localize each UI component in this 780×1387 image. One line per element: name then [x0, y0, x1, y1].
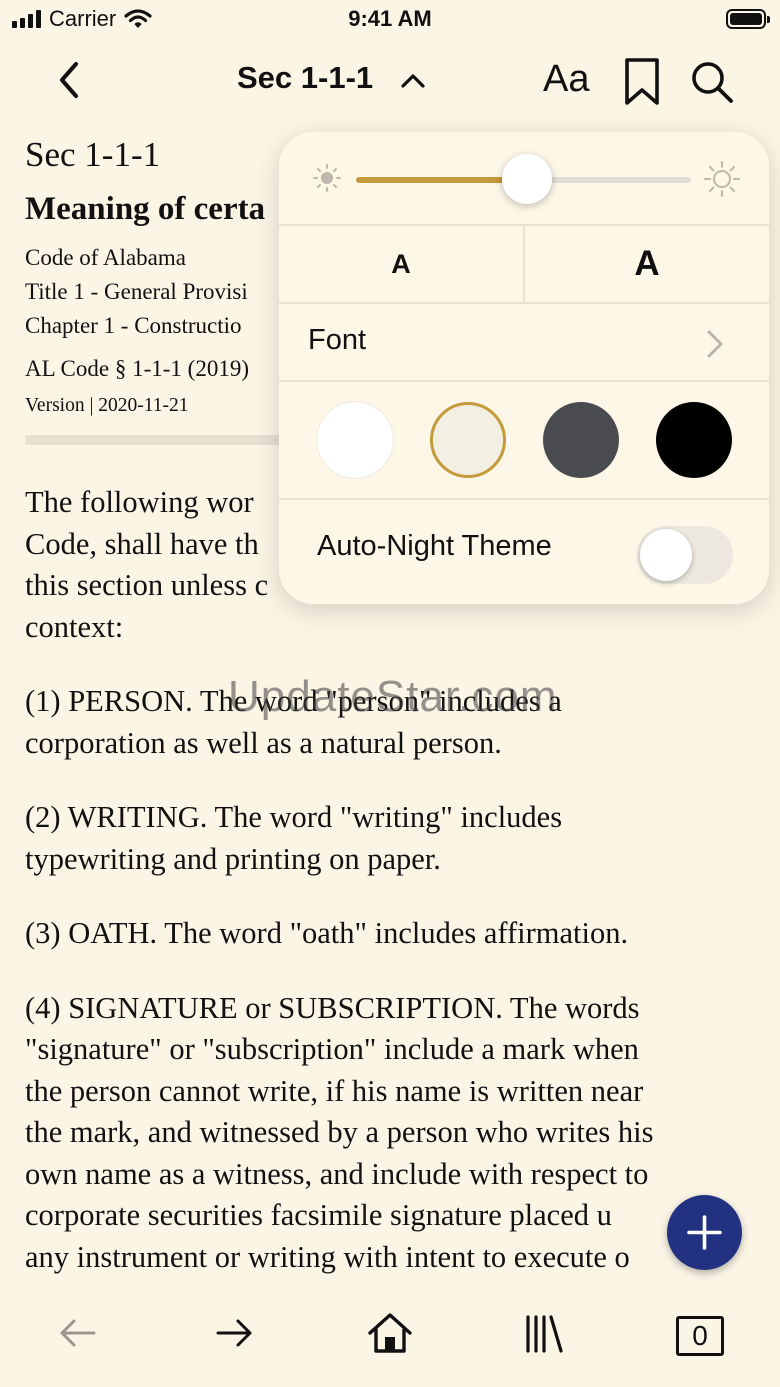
nav-bar: Sec 1-1-1 Aa — [0, 44, 780, 116]
display-settings-popover: A A Font Auto-Night Theme — [279, 132, 769, 604]
add-button[interactable] — [667, 1195, 742, 1270]
home-icon[interactable] — [366, 1309, 414, 1357]
auto-night-label: Auto-Night Theme — [317, 530, 552, 562]
paragraph: (2) WRITING. The word "writing" includes… — [25, 800, 563, 876]
auto-night-row: Auto-Night Theme — [279, 498, 769, 604]
section-body: The following wor Code, shall have th th… — [25, 482, 725, 1311]
chevron-right-icon — [707, 330, 723, 358]
code-name: Code of Alabama — [25, 245, 186, 270]
back-arrow-icon[interactable] — [56, 1311, 100, 1355]
title-line: Title 1 - General Provisi — [25, 279, 248, 304]
font-settings-button[interactable]: Aa — [543, 58, 589, 101]
font-label: Font — [308, 324, 367, 356]
font-row[interactable]: Font — [279, 304, 769, 382]
paragraph: (3) OATH. The word "oath" includes affir… — [25, 916, 629, 950]
brightness-row — [279, 132, 769, 226]
theme-row — [279, 382, 769, 500]
theme-white-swatch[interactable] — [317, 402, 393, 478]
brightness-slider-thumb[interactable] — [501, 154, 552, 204]
text-size-row: A A — [279, 226, 769, 304]
tabs-count-button[interactable]: 0 — [676, 1316, 724, 1356]
status-bar: Carrier 9:41 AM — [0, 0, 780, 40]
chapter-line: Chapter 1 - Constructio — [25, 313, 242, 338]
battery-icon — [726, 9, 770, 29]
increase-font-size-button[interactable]: A — [525, 226, 769, 302]
section-number: Sec 1-1-1 — [25, 135, 161, 174]
status-time: 9:41 AM — [348, 6, 432, 31]
theme-night-swatch[interactable] — [656, 402, 732, 478]
toggle-knob — [640, 529, 692, 581]
version: Version | 2020-11-21 — [25, 395, 189, 416]
search-icon[interactable] — [688, 58, 736, 106]
library-icon[interactable] — [522, 1311, 568, 1357]
paragraph: (4) SIGNATURE or SUBSCRIPTION. The words… — [25, 990, 654, 1274]
nav-title[interactable]: Sec 1-1-1 — [237, 60, 373, 96]
forward-arrow-icon[interactable] — [212, 1311, 256, 1355]
brightness-high-icon — [704, 161, 740, 197]
chevron-up-icon[interactable] — [398, 66, 428, 96]
bookmark-icon[interactable] — [620, 56, 664, 108]
back-chevron-icon[interactable] — [50, 58, 90, 102]
watermark: UpdateStar.com — [228, 672, 558, 721]
bottom-toolbar: 0 — [0, 1285, 780, 1387]
auto-night-toggle[interactable] — [637, 526, 733, 584]
decrease-font-size-button[interactable]: A — [279, 226, 525, 302]
theme-gray-swatch[interactable] — [543, 402, 619, 478]
section-title: Meaning of certa — [25, 191, 266, 227]
citation: AL Code § 1-1-1 (2019) — [25, 356, 249, 381]
theme-sepia-swatch[interactable] — [430, 402, 506, 478]
brightness-low-icon — [313, 164, 341, 192]
plus-icon — [687, 1215, 722, 1250]
